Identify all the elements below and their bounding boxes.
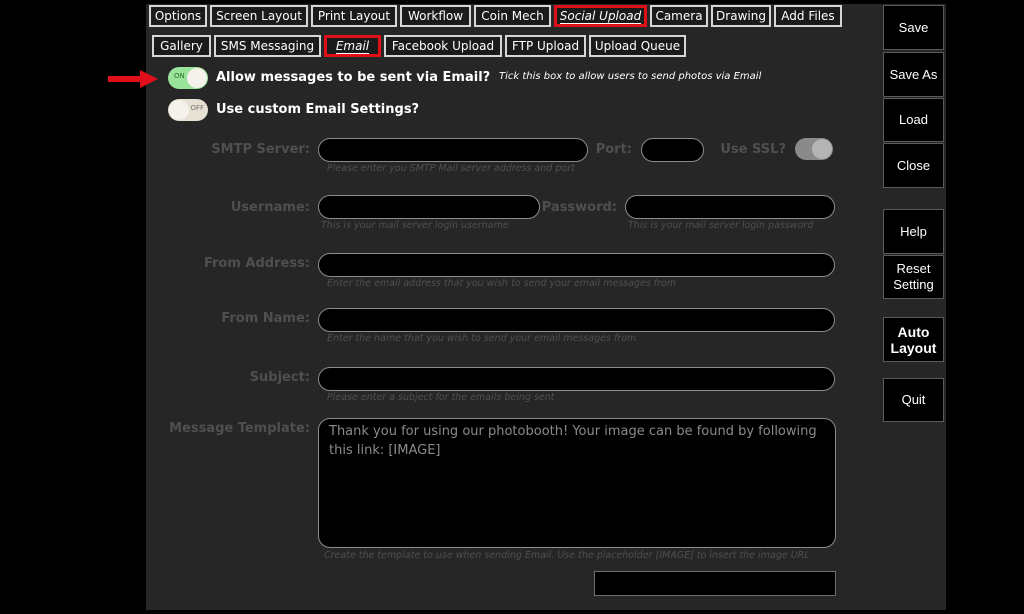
tab-options[interactable]: Options: [149, 5, 207, 27]
tab-label: Add Files: [781, 9, 835, 23]
subtab-label: Email: [335, 39, 370, 54]
subject-label: Subject:: [249, 370, 310, 385]
password-input[interactable]: [625, 195, 835, 219]
tab-label: Drawing: [716, 9, 766, 23]
port-input[interactable]: [641, 138, 704, 162]
custom-settings-label: Use custom Email Settings?: [216, 102, 420, 117]
smtp-server-label: SMTP Server:: [211, 142, 310, 157]
from-name-hint: Enter the name that you wish to send you…: [327, 333, 637, 344]
ssl-toggle[interactable]: [795, 138, 833, 160]
save-as-label: Save As: [889, 66, 938, 82]
subtab-upload-queue[interactable]: Upload Queue: [589, 35, 686, 57]
auto-layout-button[interactable]: Auto Layout: [883, 317, 944, 362]
from-name-input[interactable]: [318, 308, 835, 332]
reset-label-line2: Setting: [893, 277, 934, 292]
tab-label: Social Upload: [559, 9, 642, 24]
subtab-label: FTP Upload: [511, 39, 580, 53]
toggle-state-text: OFF: [190, 104, 204, 112]
save-label: Save: [898, 19, 929, 35]
tab-camera[interactable]: Camera: [650, 5, 708, 27]
tab-social-upload[interactable]: Social Upload: [554, 5, 647, 27]
custom-settings-toggle[interactable]: OFF: [168, 99, 208, 121]
subtab-label: Upload Queue: [594, 39, 681, 53]
allow-email-note: Tick this box to allow users to send pho…: [499, 71, 762, 82]
message-template-textarea[interactable]: Thank you for using our photobooth! Your…: [318, 418, 836, 548]
load-button[interactable]: Load: [883, 98, 944, 142]
username-hint: This is your mail server login username: [321, 220, 509, 231]
subtab-label: SMS Messaging: [220, 39, 315, 53]
save-as-button[interactable]: Save As: [883, 52, 944, 97]
from-address-hint: Enter the email address that you wish to…: [327, 278, 677, 289]
red-arrow-icon: [108, 70, 158, 88]
tab-label: Camera: [655, 9, 703, 23]
reset-setting-button[interactable]: Reset Setting: [883, 255, 944, 299]
ssl-label: Use SSL?: [720, 142, 786, 157]
auto-label-line1: Auto: [897, 323, 930, 340]
from-address-input[interactable]: [318, 253, 835, 277]
help-button[interactable]: Help: [883, 209, 944, 254]
tab-print-layout[interactable]: Print Layout: [311, 5, 397, 27]
subtab-label: Facebook Upload: [391, 39, 495, 53]
allow-email-label: Allow messages to be sent via Email?: [216, 70, 491, 85]
subtab-ftp-upload[interactable]: FTP Upload: [505, 35, 586, 57]
subtab-gallery[interactable]: Gallery: [152, 35, 211, 57]
quit-button[interactable]: Quit: [883, 378, 944, 422]
tab-drawing[interactable]: Drawing: [711, 5, 771, 27]
tab-coin-mech[interactable]: Coin Mech: [474, 5, 551, 27]
message-template-label: Message Template:: [169, 421, 310, 436]
bottom-input-box[interactable]: [594, 571, 836, 596]
subtab-label: Gallery: [160, 39, 203, 53]
tab-label: Print Layout: [317, 9, 391, 23]
subtab-sms-messaging[interactable]: SMS Messaging: [214, 35, 321, 57]
password-hint: This is your mail server login password: [628, 220, 814, 231]
reset-label-line1: Reset: [896, 261, 931, 276]
load-label: Load: [899, 112, 928, 127]
toggle-knob: [187, 68, 207, 88]
subject-hint: Please enter a subject for the emails be…: [327, 392, 555, 403]
smtp-server-hint: Please enter you SMTP Mail server addres…: [327, 163, 575, 174]
subtab-facebook-upload[interactable]: Facebook Upload: [384, 35, 502, 57]
tab-label: Coin Mech: [481, 9, 544, 23]
save-button[interactable]: Save: [883, 5, 944, 50]
password-label: Password:: [541, 200, 617, 215]
smtp-server-input[interactable]: [318, 138, 588, 162]
help-label: Help: [900, 223, 927, 239]
tab-workflow[interactable]: Workflow: [400, 5, 471, 27]
port-label: Port:: [595, 142, 632, 157]
tab-add-files[interactable]: Add Files: [774, 5, 842, 27]
username-label: Username:: [230, 200, 310, 215]
close-label: Close: [896, 157, 931, 173]
toggle-knob: [169, 100, 189, 120]
from-address-label: From Address:: [203, 256, 310, 271]
allow-email-toggle[interactable]: ON: [168, 67, 208, 89]
tab-label: Workflow: [407, 9, 464, 23]
toggle-knob: [812, 139, 832, 159]
tab-screen-layout[interactable]: Screen Layout: [210, 5, 308, 27]
quit-label: Quit: [901, 392, 926, 407]
subject-input[interactable]: [318, 367, 835, 391]
tab-label: Options: [154, 9, 202, 23]
username-input[interactable]: [318, 195, 540, 219]
from-name-label: From Name:: [221, 311, 310, 326]
message-template-hint: Create the template to use when sending …: [324, 550, 810, 561]
toggle-state-text: ON: [174, 72, 185, 80]
subtab-email[interactable]: Email: [324, 35, 381, 57]
tab-label: Screen Layout: [216, 9, 302, 23]
close-button[interactable]: Close: [883, 143, 944, 188]
auto-label-line2: Layout: [890, 339, 937, 356]
